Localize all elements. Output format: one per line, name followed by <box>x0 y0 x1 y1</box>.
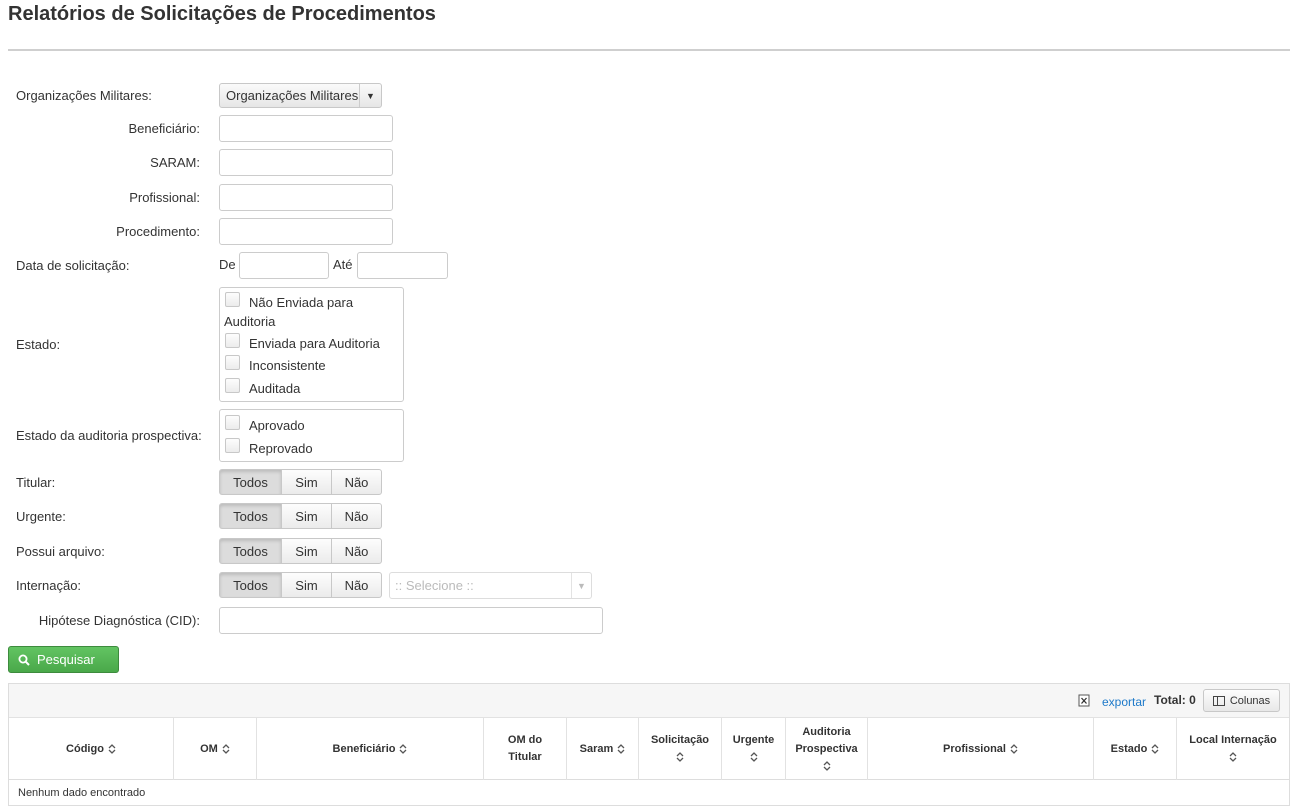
beneficiario-label: Beneficiário: <box>128 121 200 136</box>
internacao-nao-button[interactable]: Não <box>331 572 382 598</box>
possui-arquivo-toggle-group: Todos Sim Não <box>219 538 382 564</box>
om-dropdown-value: Organizações Militares <box>226 88 359 103</box>
column-header-auditoria-prospectiva[interactable]: Auditoria Prospectiva <box>786 718 868 780</box>
empty-table-message: Nenhum dado encontrado <box>18 787 146 799</box>
profissional-input[interactable] <box>219 184 393 211</box>
titular-todos-button[interactable]: Todos <box>219 469 282 495</box>
data-solicitacao-label: Data de solicitação: <box>16 258 130 273</box>
arquivo-nao-button[interactable]: Não <box>331 538 382 564</box>
arquivo-sim-button[interactable]: Sim <box>281 538 332 564</box>
sort-icon <box>750 752 758 763</box>
sort-icon <box>108 743 116 754</box>
data-ate-label: Até <box>333 257 353 272</box>
titular-label: Titular: <box>16 475 56 490</box>
title-divider <box>8 49 1290 51</box>
sort-icon <box>1229 752 1237 763</box>
search-button[interactable]: Pesquisar <box>8 646 119 673</box>
results-table: exportar Total: 0 Colunas Código OM Bene… <box>8 683 1290 806</box>
om-dropdown[interactable]: Organizações Militares ▼ <box>219 83 382 108</box>
procedimento-input[interactable] <box>219 218 393 245</box>
internacao-label: Internação: <box>16 578 82 593</box>
estado-option-inconsistente: Inconsistente <box>249 358 326 373</box>
internacao-todos-button[interactable]: Todos <box>219 572 282 598</box>
data-ate-input[interactable] <box>357 252 448 279</box>
column-header-local-internacao[interactable]: Local Internação <box>1177 718 1289 780</box>
estado-checkbox-inconsistente[interactable] <box>225 355 240 370</box>
columns-icon <box>1212 695 1225 706</box>
sort-icon <box>1151 743 1159 754</box>
om-label: Organizações Militares: <box>16 88 152 103</box>
data-de-label: De <box>219 257 236 272</box>
columns-button-label: Colunas <box>1229 694 1271 707</box>
titular-toggle-group: Todos Sim Não <box>219 469 382 495</box>
internacao-toggle-group: Todos Sim Não <box>219 572 382 598</box>
column-header-estado[interactable]: Estado <box>1094 718 1177 780</box>
internacao-select-placeholder: :: Selecione :: <box>395 578 474 593</box>
estado-option-enviada: Enviada para Auditoria <box>249 336 380 351</box>
possui-arquivo-label: Possui arquivo: <box>16 544 105 559</box>
arquivo-todos-button[interactable]: Todos <box>219 538 282 564</box>
urgente-sim-button[interactable]: Sim <box>281 503 332 529</box>
sort-icon <box>222 743 230 754</box>
excel-export-icon[interactable] <box>1078 694 1090 710</box>
column-header-om-titular[interactable]: OM do Titular <box>484 718 567 780</box>
table-toolbar: exportar Total: 0 Colunas <box>9 684 1289 718</box>
internacao-sim-button[interactable]: Sim <box>281 572 332 598</box>
estado-checkbox-list: Não Enviada para Auditoria Enviada para … <box>219 287 404 402</box>
estado-auditoria-label: Estado da auditoria prospectiva: <box>16 428 202 443</box>
titular-nao-button[interactable]: Não <box>331 469 382 495</box>
sort-icon <box>617 743 625 754</box>
caret-down-icon: ▼ <box>571 573 591 598</box>
search-icon <box>18 654 30 666</box>
column-header-beneficiario[interactable]: Beneficiário <box>257 718 484 780</box>
caret-down-icon: ▼ <box>359 84 381 107</box>
beneficiario-input[interactable] <box>219 115 393 142</box>
urgente-todos-button[interactable]: Todos <box>219 503 282 529</box>
column-header-profissional[interactable]: Profissional <box>868 718 1094 780</box>
sort-icon <box>676 752 684 763</box>
procedimento-label: Procedimento: <box>116 224 200 239</box>
column-header-codigo[interactable]: Código <box>9 718 174 780</box>
search-button-label: Pesquisar <box>37 652 95 667</box>
auditoria-option-reprovado: Reprovado <box>249 441 313 456</box>
column-header-om[interactable]: OM <box>174 718 257 780</box>
profissional-label: Profissional: <box>129 190 200 205</box>
cid-input[interactable] <box>219 607 603 634</box>
estado-auditoria-checkbox-list: Aprovado Reprovado <box>219 409 404 462</box>
auditoria-checkbox-aprovado[interactable] <box>225 415 240 430</box>
estado-checkbox-nao-enviada[interactable] <box>225 292 240 307</box>
internacao-local-select[interactable]: :: Selecione :: ▼ <box>389 572 592 599</box>
total-count: Total: 0 <box>1154 693 1196 707</box>
page-title: Relatórios de Solicitações de Procedimen… <box>8 3 436 25</box>
table-header: Código OM Beneficiário OM do Titular Sar… <box>9 718 1289 780</box>
titular-sim-button[interactable]: Sim <box>281 469 332 495</box>
urgente-nao-button[interactable]: Não <box>331 503 382 529</box>
saram-label: SARAM: <box>150 155 200 170</box>
export-link[interactable]: exportar <box>1102 695 1146 709</box>
urgente-label: Urgente: <box>16 509 66 524</box>
estado-checkbox-enviada[interactable] <box>225 333 240 348</box>
sort-icon <box>1010 743 1018 754</box>
sort-icon <box>399 743 407 754</box>
data-de-input[interactable] <box>239 252 329 279</box>
saram-input[interactable] <box>219 149 393 176</box>
columns-button[interactable]: Colunas <box>1203 689 1280 712</box>
sort-icon <box>823 760 831 771</box>
column-header-saram[interactable]: Saram <box>567 718 639 780</box>
estado-option-nao-enviada-line2: Auditoria <box>224 314 276 329</box>
column-header-urgente[interactable]: Urgente <box>722 718 786 780</box>
estado-label: Estado: <box>16 337 61 352</box>
column-header-solicitacao[interactable]: Solicitação <box>639 718 722 780</box>
urgente-toggle-group: Todos Sim Não <box>219 503 382 529</box>
auditoria-option-aprovado: Aprovado <box>249 418 305 433</box>
estado-option-nao-enviada-line1: Não Enviada para <box>249 295 354 310</box>
estado-option-auditada: Auditada <box>249 381 301 396</box>
estado-checkbox-auditada[interactable] <box>225 378 240 393</box>
auditoria-checkbox-reprovado[interactable] <box>225 438 240 453</box>
cid-label: Hipótese Diagnóstica (CID): <box>38 613 200 628</box>
